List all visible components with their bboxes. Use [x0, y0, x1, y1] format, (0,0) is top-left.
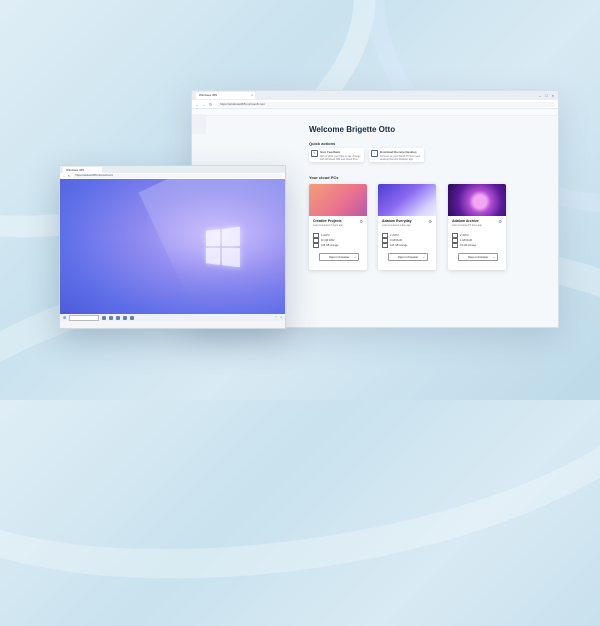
- tab-bar: Windows 365 × – □ ×: [192, 91, 558, 100]
- remote-desktop-window: Windows 365 ← ↻ https://windows365.micro…: [59, 165, 286, 329]
- task-view-icon[interactable]: [102, 315, 107, 320]
- cloud-pc-name: Creative Projects: [313, 219, 342, 223]
- cloud-pc-card: Adatum Everyday Last connected 1 day ago…: [378, 184, 436, 270]
- url-field[interactable]: https://windows365.microsoft.com: [72, 174, 282, 178]
- gear-icon[interactable]: ⚙: [359, 219, 363, 224]
- open-in-browser-button[interactable]: Open in browser ⌄: [319, 253, 359, 261]
- wifi-icon[interactable]: ◠: [275, 316, 277, 319]
- quick-actions-heading: Quick actions: [309, 141, 336, 146]
- cloud-pc-thumbnail: [378, 184, 436, 216]
- close-tab-icon[interactable]: ×: [251, 92, 253, 99]
- windows-desktop[interactable]: ⊞ ◠ ◁: [60, 179, 285, 321]
- taskbar: ⊞ ◠ ◁: [60, 314, 285, 321]
- cloud-pc-name: Adatum Archive: [452, 219, 479, 223]
- chevron-down-icon[interactable]: ⌄: [354, 254, 356, 260]
- cloud-pc-card: Adatum Archive Last connected 5 days ago…: [448, 184, 506, 270]
- gear-icon[interactable]: ⚙: [428, 219, 432, 224]
- storage-icon: [382, 243, 388, 248]
- sidebar: [192, 114, 206, 134]
- refresh-icon[interactable]: ↻: [209, 102, 213, 107]
- open-in-browser-button[interactable]: Open in browser ⌄: [458, 253, 498, 261]
- quick-action-title: Give Feedback: [320, 150, 341, 154]
- windows-logo-icon: [205, 226, 240, 268]
- storage-spec: 64 GB storage: [452, 243, 476, 248]
- taskbar-search[interactable]: [69, 314, 100, 321]
- cloud-pc-name: Adatum Everyday: [382, 219, 412, 223]
- volume-icon[interactable]: ◁: [280, 316, 282, 319]
- minimize-icon[interactable]: –: [539, 93, 541, 98]
- storage-spec: 128 GB storage: [382, 243, 408, 248]
- close-icon[interactable]: ×: [552, 93, 554, 98]
- cloud-pcs-heading: Your cloud PCs: [309, 175, 339, 180]
- storage-icon: [313, 243, 319, 248]
- refresh-icon[interactable]: ↻: [68, 174, 71, 178]
- forward-icon[interactable]: →: [202, 102, 206, 107]
- page-title: Welcome Brigette Otto: [309, 125, 396, 134]
- store-icon[interactable]: [123, 315, 128, 320]
- maximize-icon[interactable]: □: [545, 93, 547, 98]
- cloud-pc-thumbnail: [448, 184, 506, 216]
- quick-action-desc: Tell us what you'd like to see change wi…: [320, 155, 361, 161]
- chevron-down-icon[interactable]: ⌄: [493, 254, 495, 260]
- cloud-pc-card: Creative Projects Last connected 3 days …: [309, 184, 367, 270]
- tab-bar: Windows 365: [60, 166, 285, 173]
- back-icon[interactable]: ←: [195, 102, 199, 107]
- quick-action-title: Download Remote Desktop: [380, 150, 417, 154]
- open-in-browser-button[interactable]: Open in browser ⌄: [388, 253, 428, 261]
- start-icon[interactable]: ⊞: [63, 315, 66, 320]
- system-tray[interactable]: ◠ ◁: [275, 316, 282, 319]
- quick-action-download[interactable]: ↓ Download Remote Desktop Connect to you…: [369, 148, 424, 162]
- browser-tab[interactable]: Windows 365 ×: [196, 92, 255, 99]
- storage-spec: 128 GB storage: [313, 243, 339, 248]
- quick-action-desc: Connect to your Cloud PC from your deskt…: [380, 155, 421, 161]
- gear-icon[interactable]: ⚙: [498, 219, 502, 224]
- window-controls: – □ ×: [539, 93, 558, 98]
- cloud-pc-thumbnail: [309, 184, 367, 216]
- favorites-bar: [192, 109, 558, 116]
- address-bar: ← → ↻ https://windows365.microsoft.com: [192, 100, 558, 109]
- cloud-pc-status: Last connected 5 days ago: [452, 224, 482, 227]
- feedback-icon: ✎: [311, 150, 318, 157]
- cloud-pc-status: Last connected 1 day ago: [382, 224, 411, 227]
- download-icon: ↓: [371, 150, 378, 157]
- explorer-icon[interactable]: [116, 315, 121, 320]
- browser-tab[interactable]: Windows 365: [63, 166, 102, 173]
- mail-icon[interactable]: [130, 315, 135, 320]
- url-field[interactable]: https://windows365.microsoft.com: [216, 101, 555, 107]
- tab-title: Windows 365: [199, 93, 218, 97]
- edge-icon[interactable]: [109, 315, 114, 320]
- storage-icon: [452, 243, 458, 248]
- back-icon[interactable]: ←: [63, 174, 66, 178]
- quick-action-feedback[interactable]: ✎ Give Feedback Tell us what you'd like …: [309, 148, 364, 162]
- chevron-down-icon[interactable]: ⌄: [423, 254, 425, 260]
- cloud-pc-status: Last connected 3 days ago: [313, 224, 343, 227]
